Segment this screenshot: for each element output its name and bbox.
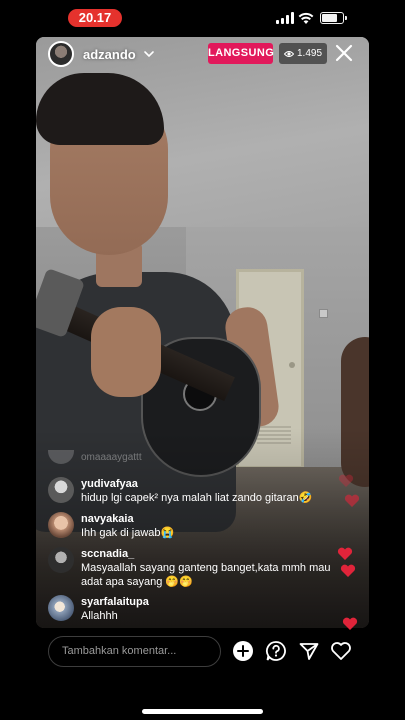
- comment-text: Allahhh: [81, 610, 118, 622]
- host-profile[interactable]: adzando: [48, 41, 155, 67]
- live-badge: LANGSUNG: [208, 43, 274, 64]
- send-icon[interactable]: [298, 640, 320, 662]
- floating-heart-icon: [340, 564, 356, 577]
- plus-circle-icon[interactable]: [232, 640, 254, 662]
- comment-username[interactable]: sccnadia_: [81, 547, 336, 561]
- battery-icon: [320, 12, 347, 24]
- comment-text: Masyaallah sayang ganteng banget,kata mm…: [81, 562, 331, 588]
- viewer-count-badge[interactable]: 1.495: [279, 43, 327, 64]
- floating-heart-icon: [342, 617, 358, 630]
- comment-avatar[interactable]: [48, 595, 74, 621]
- comment-avatar[interactable]: [48, 477, 74, 503]
- floating-heart-icon: [338, 474, 354, 487]
- home-indicator[interactable]: [142, 709, 263, 714]
- comment-username[interactable]: navyakaia: [81, 512, 336, 526]
- comment-username[interactable]: syarfalaitupa: [81, 595, 336, 609]
- chevron-down-icon[interactable]: [143, 48, 155, 60]
- comment-item[interactable]: sccnadia_ Masyaallah sayang ganteng bang…: [48, 547, 336, 589]
- comment-item[interactable]: navyakaia Ihh gak di jawab😭: [48, 512, 336, 540]
- question-icon[interactable]: [265, 640, 287, 662]
- eye-icon: [283, 50, 294, 57]
- status-bar: 20.17: [0, 0, 405, 36]
- heart-icon[interactable]: [330, 640, 352, 662]
- comment-text: hidup lgi capek² nya malah liat zando gi…: [81, 492, 313, 504]
- wifi-icon: [298, 12, 314, 24]
- faded-comment: omaaaaygattt: [48, 450, 142, 464]
- comment-avatar[interactable]: [48, 547, 74, 573]
- comment-text: Ihh gak di jawab😭: [81, 527, 175, 539]
- close-icon[interactable]: [333, 42, 355, 64]
- status-time: 20.17: [68, 9, 122, 27]
- comment-item[interactable]: yudivafyaa hidup lgi capek² nya malah li…: [48, 477, 336, 505]
- host-avatar[interactable]: [48, 41, 74, 67]
- comment-username[interactable]: yudivafyaa: [81, 477, 336, 491]
- comment-input[interactable]: Tambahkan komentar...: [48, 636, 221, 667]
- comment-item[interactable]: syarfalaitupa Allahhh: [48, 595, 336, 623]
- comment-avatar[interactable]: [48, 512, 74, 538]
- floating-heart-icon: [337, 547, 353, 560]
- host-name[interactable]: adzando: [83, 47, 136, 62]
- floating-heart-icon: [344, 494, 360, 507]
- viewer-count: 1.495: [296, 48, 323, 59]
- signal-icon: [276, 12, 294, 24]
